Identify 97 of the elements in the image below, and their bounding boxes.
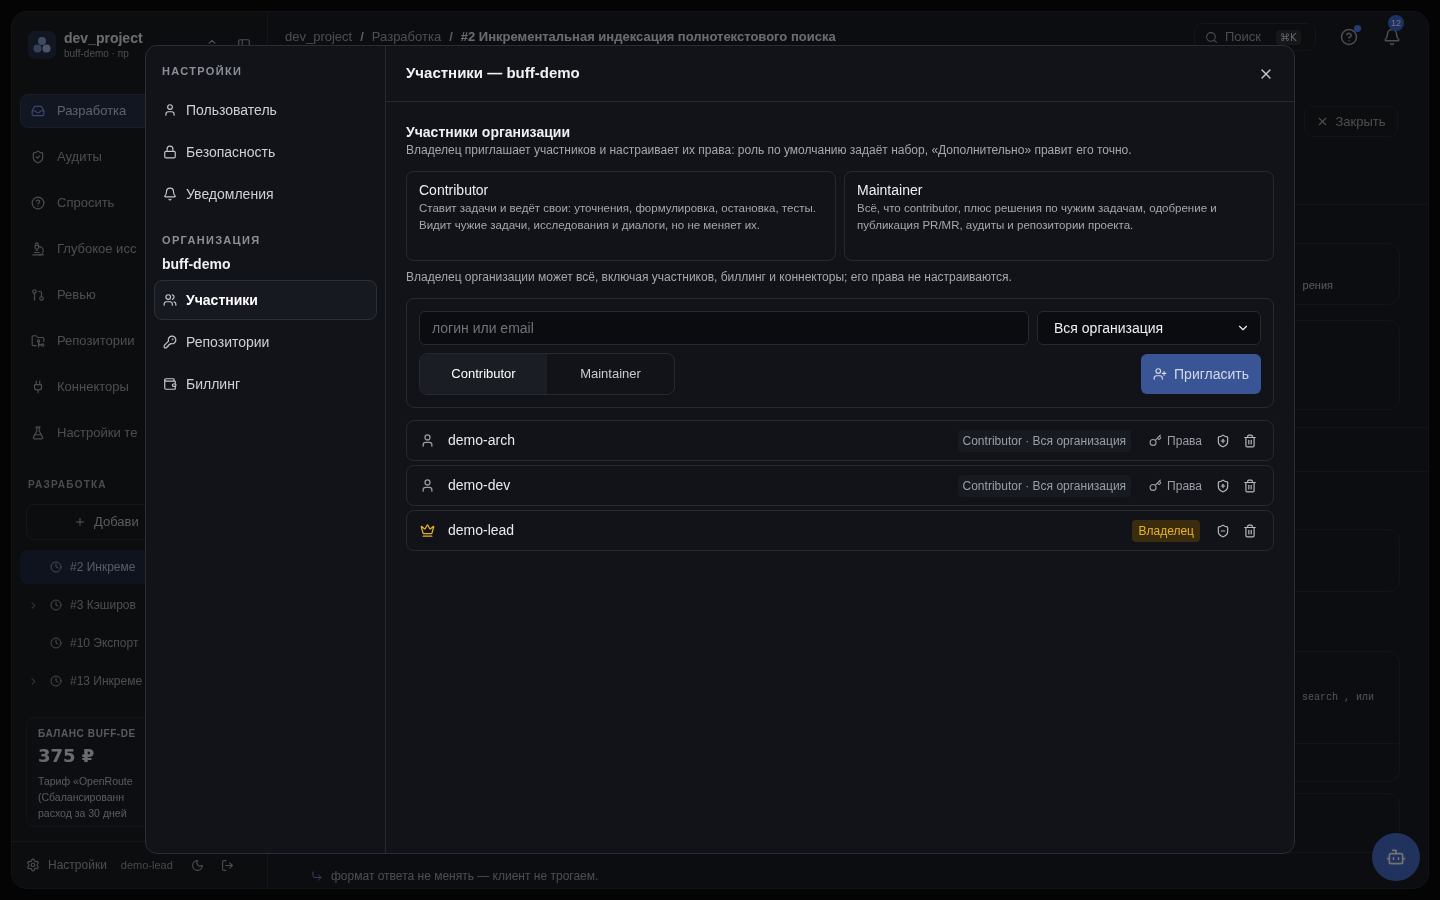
clock-icon bbox=[50, 561, 62, 573]
section-title: РАЗРАБОТКА bbox=[27, 478, 108, 492]
role-description: Всё, что contributor, плюс решения по чужим задачам, одобрение и публикация PR/MR, аудиты и репозитории проекта. bbox=[857, 201, 1218, 233]
member-name: demo-arch bbox=[448, 431, 515, 450]
task-item[interactable]: #10 Экспорт bbox=[20, 626, 259, 660]
project-name: dev_project bbox=[64, 30, 143, 47]
role-description: Ставит задачи и ведёт свои: уточнения, формулировка, остановка, тесты. Видит чужие задачи, исследования и диалоги, но не меняет их. bbox=[419, 201, 817, 233]
task-title: #10 Экспорт bbox=[70, 635, 139, 652]
bell-icon[interactable] bbox=[1383, 28, 1401, 46]
trash-icon[interactable] bbox=[1243, 523, 1257, 538]
role-option[interactable]: Maintainer bbox=[547, 354, 674, 394]
permissions-button[interactable]: Права bbox=[1149, 431, 1202, 450]
user-plus-icon bbox=[1153, 367, 1168, 381]
nav-section-title: ОРГАНИЗАЦИЯ bbox=[161, 233, 262, 247]
settings-nav-item[interactable]: Участники bbox=[154, 280, 377, 320]
user-icon bbox=[420, 478, 435, 493]
project-subtitle: buff-demo · пр bbox=[64, 47, 130, 60]
lock-icon bbox=[163, 145, 177, 159]
folder-icon bbox=[31, 334, 45, 348]
search-icon bbox=[1205, 30, 1218, 44]
org-name: buff-demo bbox=[161, 256, 232, 272]
code-text: search , или bbox=[1302, 691, 1374, 705]
shield-check-icon bbox=[31, 150, 45, 164]
close-panel-button[interactable]: Закрыть bbox=[1304, 106, 1398, 137]
role-tag: Contributor · Вся организация bbox=[957, 474, 1132, 497]
card-text: рения bbox=[1302, 277, 1333, 293]
balance-title: БАЛАНС BUFF-DE bbox=[38, 728, 137, 740]
inbox-icon bbox=[31, 104, 45, 118]
reply-arrow-icon bbox=[311, 870, 323, 882]
member-name: demo-dev bbox=[448, 476, 511, 495]
task-title: #2 Инкреме bbox=[70, 559, 136, 576]
logout-icon[interactable] bbox=[220, 858, 234, 872]
clock-icon bbox=[50, 675, 62, 687]
task-item[interactable]: #3 Кэширов bbox=[20, 588, 259, 622]
breadcrumb-link[interactable]: Разработка bbox=[371, 27, 442, 47]
shield-minus-icon[interactable] bbox=[1216, 523, 1230, 538]
breadcrumb-separator: / bbox=[360, 28, 364, 47]
clock-icon bbox=[50, 637, 62, 649]
dialog-title: Участники — buff-demo bbox=[406, 63, 580, 84]
settings-nav-item[interactable]: Репозитории bbox=[154, 322, 377, 362]
users-icon bbox=[163, 293, 177, 307]
bell-icon bbox=[163, 187, 177, 201]
settings-nav-item[interactable]: Биллинг bbox=[154, 364, 377, 404]
user-icon bbox=[163, 103, 177, 117]
owner-note: Владелец организации может всё, включая участников, биллинг и коннекторы; его права не настраиваются. bbox=[406, 269, 1013, 286]
key-icon bbox=[1149, 479, 1163, 492]
key-icon bbox=[1149, 434, 1163, 447]
role-tag: Contributor · Вся организация bbox=[957, 429, 1132, 452]
plus-icon bbox=[74, 516, 86, 528]
task-item[interactable]: #13 Инкреме bbox=[20, 664, 259, 698]
user-name: demo-lead bbox=[120, 857, 173, 873]
invite-button[interactable]: Пригласить bbox=[1141, 354, 1261, 394]
shield-plus-icon[interactable] bbox=[1216, 433, 1230, 448]
bot-icon bbox=[1386, 847, 1406, 867]
balance-line: Тариф «OpenRoute bbox=[38, 774, 134, 789]
task-title: #3 Кэширов bbox=[70, 597, 136, 614]
balance-line: расход за 30 дней bbox=[38, 806, 128, 821]
balance-amount: 375 ₽ bbox=[38, 745, 96, 767]
settings-nav-item[interactable]: Безопасность bbox=[154, 132, 377, 172]
breadcrumb-link[interactable]: dev_project bbox=[285, 27, 353, 47]
wallet-icon bbox=[163, 377, 177, 391]
task-title: #13 Инкреме bbox=[70, 673, 143, 690]
settings-link[interactable]: Настройки bbox=[48, 856, 107, 874]
notification-badge: 12 bbox=[1388, 15, 1404, 31]
composer-hint: формат ответа не менять — клиент не трогаем. bbox=[331, 868, 599, 885]
crown-icon bbox=[420, 523, 435, 538]
user-icon bbox=[420, 433, 435, 448]
flask-icon bbox=[31, 426, 45, 440]
scope-select[interactable]: Вся организация bbox=[1037, 311, 1261, 345]
settings-nav-item[interactable]: Уведомления bbox=[154, 174, 377, 214]
sidebar-nav-item[interactable]: Настройки те bbox=[20, 416, 259, 450]
role-option[interactable]: Contributor bbox=[420, 354, 547, 394]
breadcrumb-separator: / bbox=[449, 28, 453, 47]
logo-icon bbox=[28, 31, 56, 59]
plug-icon bbox=[31, 380, 45, 394]
shield-plus-icon[interactable] bbox=[1216, 478, 1230, 493]
trash-icon[interactable] bbox=[1243, 433, 1257, 448]
breadcrumb-current: #2 Инкрементальная индексация полнотекстового поиска bbox=[460, 28, 836, 47]
balance-line: (Сбалансированн bbox=[38, 790, 126, 805]
role-name: Contributor bbox=[419, 181, 490, 199]
help-icon[interactable] bbox=[1340, 28, 1358, 46]
pull-request-icon bbox=[31, 288, 45, 302]
owner-badge: Владелец bbox=[1132, 519, 1200, 542]
trash-icon[interactable] bbox=[1243, 478, 1257, 493]
clock-icon bbox=[50, 599, 62, 611]
role-name: Maintainer bbox=[857, 181, 924, 199]
login-input[interactable]: логин или email bbox=[419, 311, 1029, 345]
section-description: Владелец приглашает участников и настраивает их права: роль по умолчанию задаёт набор, «Дополнительно» правит его точно. bbox=[406, 142, 1133, 159]
shortcut-key: ⌘K bbox=[1276, 29, 1301, 45]
key-icon bbox=[163, 335, 177, 349]
settings-icon[interactable] bbox=[26, 858, 40, 872]
permissions-button[interactable]: Права bbox=[1149, 476, 1202, 495]
help-icon bbox=[31, 196, 45, 210]
microscope-icon bbox=[31, 242, 45, 256]
section-title: Участники организации bbox=[406, 123, 571, 141]
member-name: demo-lead bbox=[448, 521, 515, 540]
nav-section-title: НАСТРОЙКИ bbox=[161, 64, 244, 78]
